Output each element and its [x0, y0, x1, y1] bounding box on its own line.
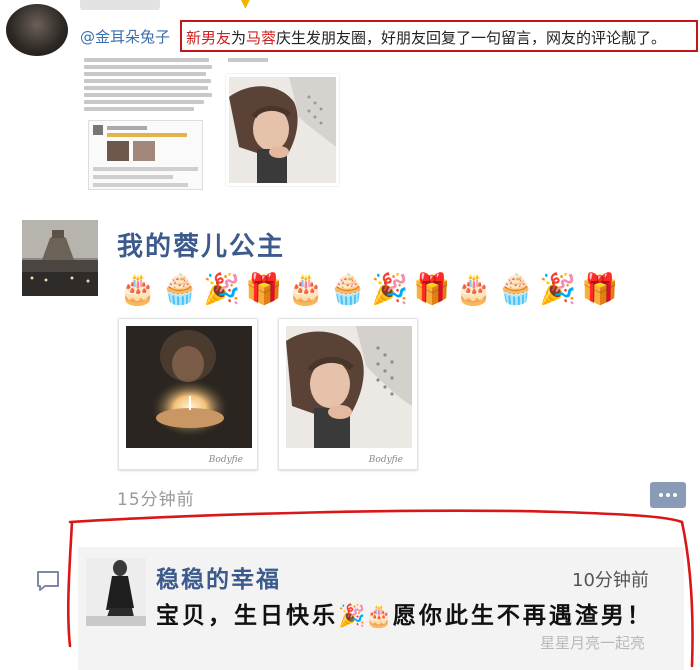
emoji-cupcake: 🧁: [161, 272, 199, 307]
emoji-gift: 🎁: [245, 272, 283, 307]
weibo-username-cropped: [80, 0, 160, 10]
commenter-name[interactable]: 稳稳的幸福: [156, 560, 281, 594]
mini-moments-screenshot: [88, 120, 203, 190]
moments-timestamp: 15分钟前: [117, 490, 195, 510]
emoji-gift: 🎁: [413, 272, 451, 307]
headline-highlight-box: 新男友为马蓉庆生发朋友圈，好朋友回复了一句留言，网友的评论靓了。: [180, 20, 698, 52]
headline-for: 为: [231, 29, 247, 47]
article-text-thumbnail: [84, 58, 214, 120]
emoji-party-popper: 🎉: [371, 272, 409, 307]
emoji-cupcake: 🧁: [329, 272, 367, 307]
emoji-gift: 🎁: [581, 272, 619, 307]
weibo-avatar[interactable]: [6, 4, 68, 56]
weibo-handle[interactable]: @金耳朵兔子: [80, 26, 170, 47]
weibo-photo[interactable]: [226, 74, 339, 186]
headline-new-boyfriend: 新男友: [186, 29, 232, 47]
moments-post: 我的蓉儿公主 🎂 🧁 🎉 🎁 🎂 🧁 🎉 🎁 🎂 🧁 🎉 🎁 Bodyfie B…: [22, 220, 700, 520]
moments-photo-2[interactable]: Bodyfie: [278, 318, 418, 470]
emoji-cake: 🎂: [365, 604, 393, 629]
moments-author-name[interactable]: 我的蓉儿公主: [117, 226, 285, 263]
emoji-party-popper: 🎉: [203, 272, 241, 307]
moments-photo-1[interactable]: Bodyfie: [118, 318, 258, 470]
emoji-cake: 🎂: [455, 272, 493, 307]
comment-icon[interactable]: [36, 570, 60, 592]
chevron-down-icon[interactable]: ▼: [240, 0, 254, 10]
photo-caption-thumbnail: [228, 58, 268, 62]
birthday-emoji-row: 🎂 🧁 🎉 🎁 🎂 🧁 🎉 🎁 🎂 🧁 🎉 🎁: [117, 270, 621, 310]
headline-rest: 庆生发朋友圈，好朋友回复了一句留言，网友的评论靓了。: [276, 29, 667, 47]
watermark: 星星月亮一起亮: [540, 634, 646, 652]
comment-text: 宝贝，生日快乐🎉🎂愿你此生不再遇渣男！: [156, 598, 676, 635]
emoji-party-popper: 🎉: [539, 272, 577, 307]
emoji-cupcake: 🧁: [497, 272, 535, 307]
comment-timestamp: 10分钟前: [572, 570, 649, 591]
moments-author-avatar[interactable]: [22, 220, 98, 296]
emoji-cake: 🎂: [287, 272, 325, 307]
photo-signature: Bodyfie: [208, 455, 243, 465]
emoji-cake: 🎂: [119, 272, 157, 307]
comment-text-after: 愿你此生不再遇渣男！: [392, 603, 653, 629]
commenter-avatar[interactable]: [86, 558, 146, 626]
photo-signature: Bodyfie: [368, 455, 403, 465]
more-dots-icon[interactable]: [650, 482, 686, 508]
headline-ma-rong: 马蓉: [246, 29, 277, 47]
emoji-party-popper: 🎉: [338, 604, 366, 629]
weibo-post-preview: ▼ @金耳朵兔子 新男友为马蓉庆生发朋友圈，好朋友回复了一句留言，网友的评论靓了…: [0, 0, 700, 215]
comment-text-before: 宝贝，生日快乐: [156, 603, 338, 629]
